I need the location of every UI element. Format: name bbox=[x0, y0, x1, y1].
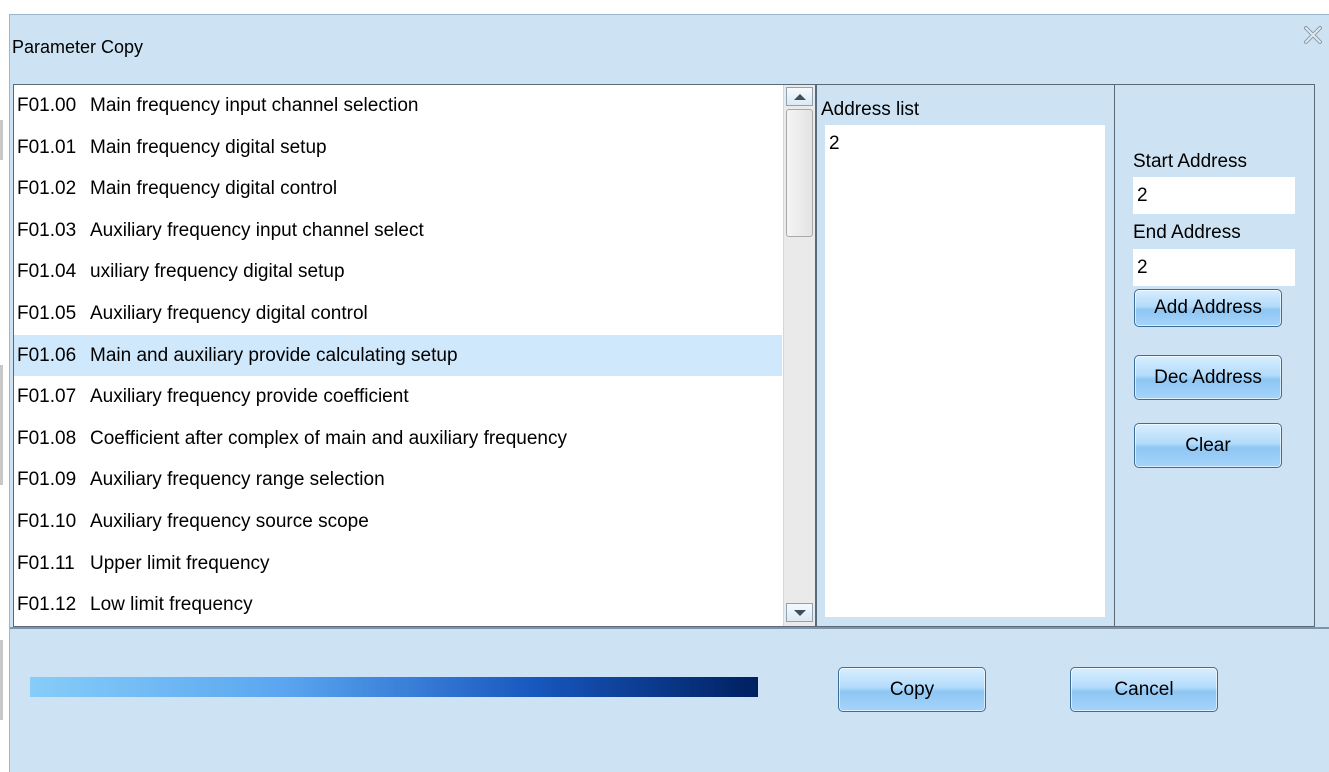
add-address-button[interactable]: Add Address bbox=[1134, 289, 1282, 327]
parameter-code: F01.05 bbox=[17, 303, 77, 324]
parameter-code: F01.12 bbox=[17, 594, 77, 616]
divider bbox=[10, 627, 1329, 629]
parameter-row[interactable]: F01.04 uxiliary frequency digital setup bbox=[14, 251, 782, 292]
end-address-field[interactable]: 2 bbox=[1133, 249, 1295, 286]
parameter-code: F01.08 bbox=[17, 427, 77, 449]
parameter-row[interactable]: F01.09 Auxiliary frequency range selectio… bbox=[14, 459, 782, 500]
start-address-label: Start Address bbox=[1133, 151, 1248, 172]
parameter-row[interactable]: F01.10 Auxiliary frequency source scope bbox=[14, 501, 782, 542]
parameter-row[interactable]: F01.06 Main and auxiliary provide calcula… bbox=[14, 334, 782, 376]
parameter-code: F01.07 bbox=[17, 386, 77, 408]
parameter-name: Auxiliary frequency input channel select bbox=[90, 219, 424, 241]
parameter-code: F01.06 bbox=[17, 344, 77, 366]
address-controls-panel: Start Address 2 End Address 2 Add Addres… bbox=[1115, 84, 1315, 627]
background-strip bbox=[0, 0, 9, 772]
cancel-button[interactable]: Cancel bbox=[1070, 667, 1218, 712]
parameter-code: F01.10 bbox=[17, 511, 77, 532]
scroll-up-arrow-icon[interactable] bbox=[786, 87, 813, 106]
parameter-row[interactable]: F01.01 Main frequency digital setup bbox=[14, 127, 782, 168]
parameter-code: F01.02 bbox=[17, 178, 77, 200]
parameter-name: Auxiliary frequency provide coefficient bbox=[90, 386, 409, 408]
parameter-row[interactable]: F01.08 Coefficient after complex of main … bbox=[14, 418, 782, 459]
strip-mark bbox=[0, 120, 3, 160]
parameter-code: F01.00 bbox=[17, 95, 77, 116]
parameter-name: Upper limit frequency bbox=[90, 552, 270, 574]
parameter-name: Main and auxiliary provide calculating s… bbox=[90, 344, 458, 366]
address-list-panel: Address list 2 bbox=[816, 84, 1115, 627]
parameter-name: Main frequency digital control bbox=[90, 178, 338, 200]
parameter-code: F01.03 bbox=[17, 219, 77, 241]
parameter-code: F01.11 bbox=[17, 552, 75, 574]
parameter-row[interactable]: F01.03 Auxiliary frequency input channel … bbox=[14, 210, 782, 251]
parameter-name: Coefficient after complex of main and au… bbox=[90, 427, 568, 449]
parameter-row[interactable]: F01.11 Upper limit frequency bbox=[14, 543, 782, 584]
parameter-name: Auxiliary frequency digital control bbox=[90, 303, 368, 324]
parameter-row[interactable]: F01.00 Main frequency input channel selec… bbox=[14, 85, 782, 126]
copy-progress-bar bbox=[30, 677, 758, 697]
copy-button[interactable]: Copy bbox=[838, 667, 986, 712]
parameter-name: Low limit frequency bbox=[90, 594, 253, 616]
parameter-name: Main frequency input channel selection bbox=[90, 95, 419, 116]
parameter-name: Auxiliary frequency range selection bbox=[90, 469, 385, 491]
address-listbox[interactable]: 2 bbox=[825, 125, 1105, 617]
close-icon[interactable] bbox=[1303, 25, 1323, 45]
address-list-label: Address list bbox=[821, 99, 920, 120]
dec-address-button[interactable]: Dec Address bbox=[1134, 355, 1282, 400]
parameter-row[interactable]: F01.12 Low limit frequency bbox=[14, 584, 782, 625]
clear-button[interactable]: Clear bbox=[1134, 423, 1282, 468]
progress-fill bbox=[30, 677, 758, 697]
parameter-name: Main frequency digital setup bbox=[90, 136, 327, 158]
parameter-code: F01.09 bbox=[17, 469, 77, 491]
parameter-code: F01.01 bbox=[17, 136, 77, 158]
parameter-copy-dialog: Parameter Copy F01.00 Main frequency inpu… bbox=[9, 14, 1329, 772]
parameter-name: uxiliary frequency digital setup bbox=[90, 261, 345, 283]
parameter-row[interactable]: F01.02 Main frequency digital control bbox=[14, 168, 782, 209]
parameter-code: F01.04 bbox=[17, 261, 77, 283]
vertical-scrollbar[interactable] bbox=[783, 85, 815, 626]
scroll-down-arrow-icon[interactable] bbox=[786, 603, 813, 622]
strip-mark bbox=[0, 365, 3, 485]
end-address-label: End Address bbox=[1133, 222, 1241, 243]
start-address-field[interactable]: 2 bbox=[1133, 177, 1295, 214]
parameter-listbox[interactable]: F01.00 Main frequency input channel selec… bbox=[13, 84, 816, 627]
parameter-row[interactable]: F01.07 Auxiliary frequency provide coeffi… bbox=[14, 376, 782, 417]
parameter-name: Auxiliary frequency source scope bbox=[90, 511, 369, 532]
scroll-thumb[interactable] bbox=[786, 109, 813, 237]
strip-mark bbox=[0, 640, 3, 720]
dialog-title: Parameter Copy bbox=[12, 37, 144, 57]
address-list-item[interactable]: 2 bbox=[829, 133, 840, 155]
parameter-row[interactable]: F01.05 Auxiliary frequency digital contro… bbox=[14, 293, 782, 334]
